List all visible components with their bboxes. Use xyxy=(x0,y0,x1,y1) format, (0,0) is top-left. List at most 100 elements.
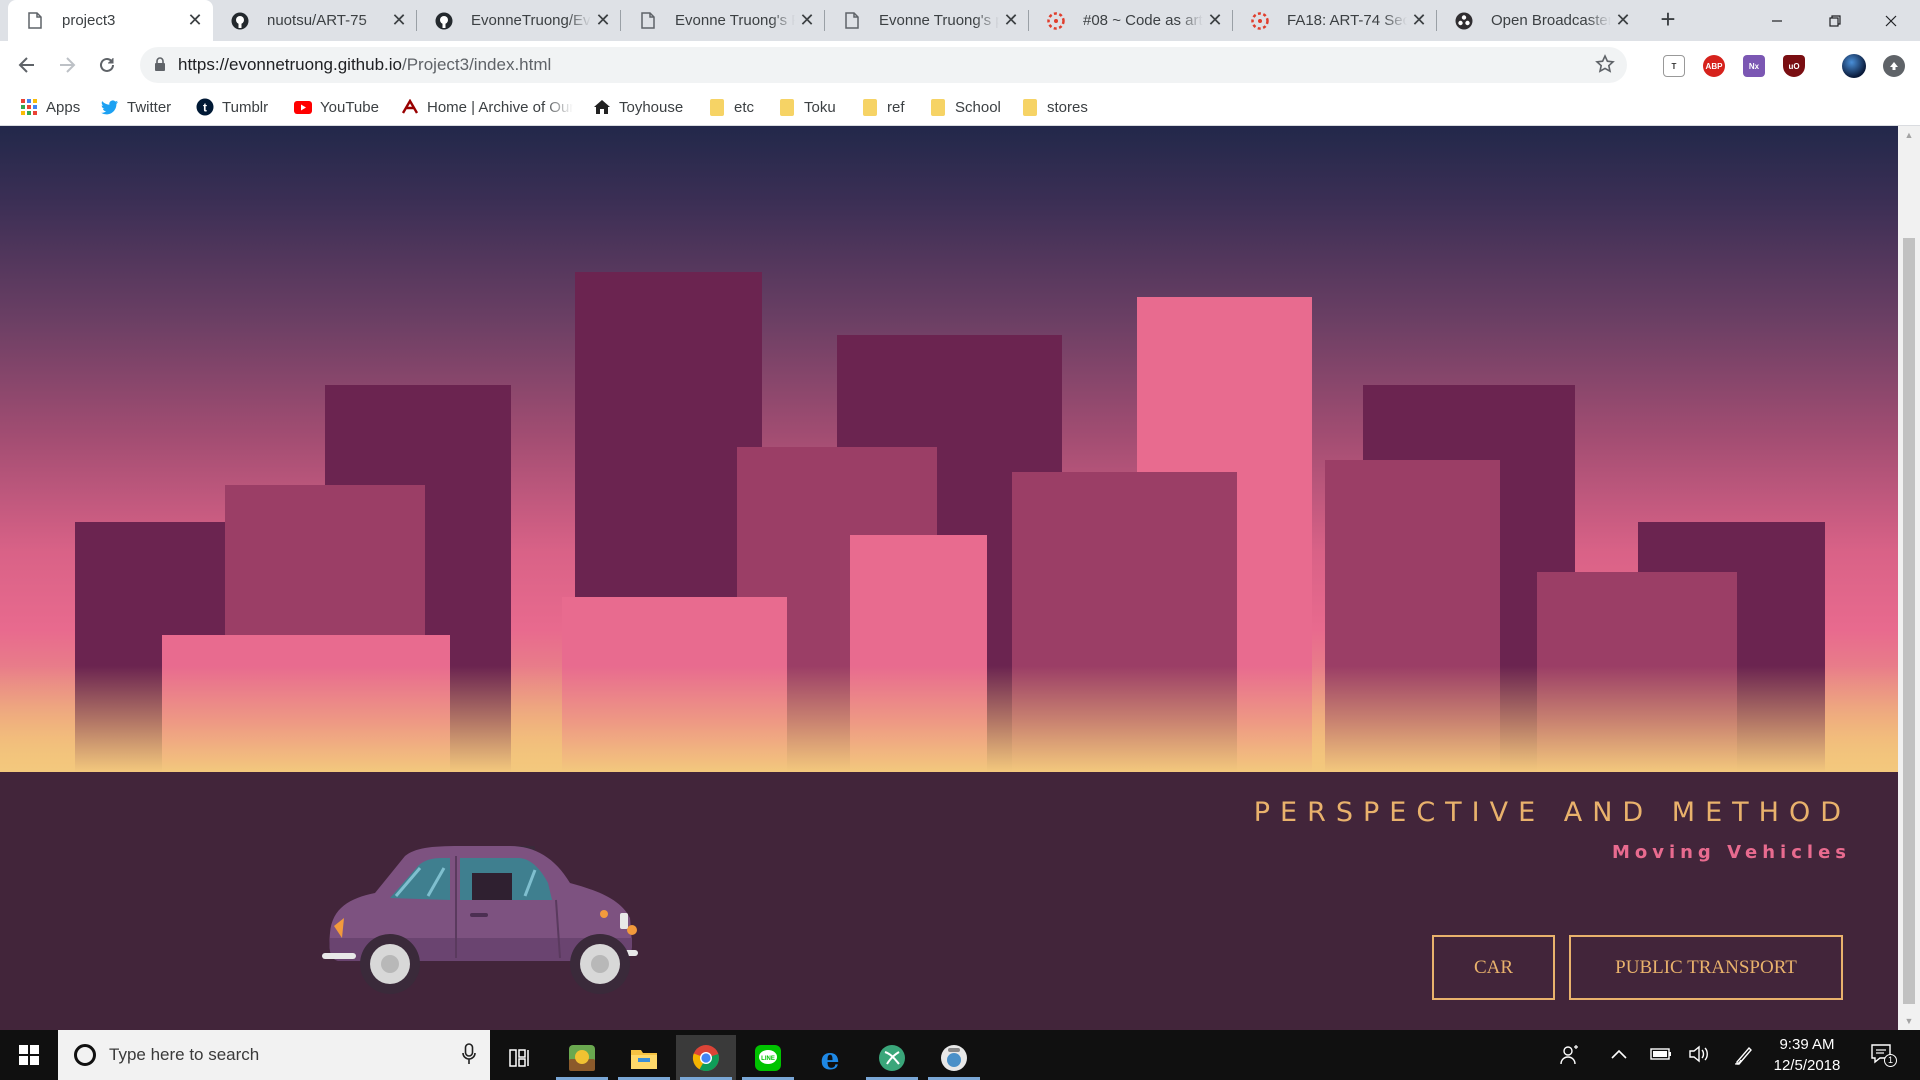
microphone-icon[interactable] xyxy=(462,1043,476,1069)
folder-icon xyxy=(861,98,879,116)
tab-title: Evonne Truong's Portfolio xyxy=(675,12,795,29)
minecraft-icon xyxy=(569,1044,595,1071)
close-tab-icon[interactable]: ✕ xyxy=(591,10,615,31)
taskbar-app-edge[interactable]: e xyxy=(800,1035,860,1080)
windows-logo-icon xyxy=(19,1045,39,1065)
task-view-icon xyxy=(509,1048,529,1067)
pen-icon[interactable] xyxy=(1733,1044,1755,1070)
battery-icon[interactable] xyxy=(1650,1047,1672,1065)
tab-project3[interactable]: project3 ✕ xyxy=(8,0,213,41)
bookmark-folder-toku[interactable]: Toku xyxy=(778,95,836,119)
close-tab-icon[interactable]: ✕ xyxy=(183,10,207,31)
car-button[interactable]: CAR xyxy=(1432,935,1555,1000)
tab-title: Open Broadcaster Software xyxy=(1491,12,1611,29)
adblock-plus-icon[interactable]: ABP xyxy=(1703,55,1725,77)
tab-evonnetruong-repo[interactable]: EvonneTruong/Evonne ✕ xyxy=(417,0,621,41)
back-button[interactable] xyxy=(9,47,45,83)
restore-button[interactable] xyxy=(1806,0,1864,41)
twitter-icon xyxy=(101,98,119,116)
bookmark-ao3[interactable]: Home | Archive of Our Own xyxy=(401,95,573,119)
forward-arrow-icon xyxy=(60,57,76,73)
new-tab-button[interactable]: + xyxy=(1652,0,1684,41)
bookmark-folder-stores[interactable]: stores xyxy=(1021,95,1088,119)
bookmark-youtube[interactable]: YouTube xyxy=(294,95,379,119)
url-text[interactable]: https://evonnetruong.github.io/Project3/… xyxy=(178,55,551,75)
clip-studio-icon xyxy=(879,1044,905,1071)
tab-strip: project3 ✕ nuotsu/ART-75 ✕ EvonneTruong/… xyxy=(0,0,1920,41)
close-tab-icon[interactable]: ✕ xyxy=(795,10,819,31)
forward-button[interactable] xyxy=(49,47,85,83)
bookmark-label: Twitter xyxy=(127,98,172,116)
taskbar-app-line[interactable]: LINE xyxy=(738,1035,798,1080)
svg-text:LINE: LINE xyxy=(761,1056,775,1062)
scroll-thumb[interactable] xyxy=(1903,238,1915,1004)
taskbar-app-file-explorer[interactable] xyxy=(614,1035,674,1080)
close-tab-icon[interactable]: ✕ xyxy=(1203,10,1227,31)
bookmark-folder-school[interactable]: School xyxy=(929,95,1001,119)
tab-title: nuotsu/ART-75 xyxy=(267,12,367,29)
page-scrollbar[interactable]: ▲ ▼ xyxy=(1898,126,1920,1030)
ublock-origin-icon[interactable]: uO xyxy=(1783,55,1805,77)
bookmark-folder-ref[interactable]: ref xyxy=(861,95,905,119)
tab-title: Evonne Truong's portfolio xyxy=(879,12,999,29)
bookmark-label: YouTube xyxy=(320,98,379,116)
people-icon[interactable] xyxy=(1560,1045,1580,1069)
notifications-button[interactable]: 1 xyxy=(1870,1042,1897,1070)
extension-t-icon[interactable]: T xyxy=(1663,55,1685,77)
taskbar-app-other[interactable] xyxy=(924,1035,984,1080)
bookmark-star-icon[interactable] xyxy=(1595,54,1615,78)
svg-text:e: e xyxy=(820,1044,839,1072)
volume-icon[interactable] xyxy=(1688,1045,1710,1067)
address-bar[interactable]: https://evonnetruong.github.io/Project3/… xyxy=(140,47,1627,83)
tab-portfolio-1[interactable]: Evonne Truong's Portfolio ✕ xyxy=(621,0,825,41)
page-content: PERSPECTIVE AND METHOD Moving Vehicles C… xyxy=(0,126,1898,1030)
taskbar-app-minecraft[interactable] xyxy=(552,1035,612,1080)
profile-avatar[interactable] xyxy=(1842,54,1866,78)
bookmark-tumblr[interactable]: t Tumblr xyxy=(196,95,268,119)
folder-icon xyxy=(778,98,796,116)
system-clock[interactable]: 9:39 AM 12/5/2018 xyxy=(1762,1034,1852,1076)
taskbar-app-chrome[interactable] xyxy=(676,1035,736,1080)
minimize-button[interactable] xyxy=(1748,0,1806,41)
close-tab-icon[interactable]: ✕ xyxy=(999,10,1023,31)
public-transport-button[interactable]: PUBLIC TRANSPORT xyxy=(1569,935,1843,1000)
tab-art75[interactable]: nuotsu/ART-75 ✕ xyxy=(213,0,417,41)
tab-portfolio-2[interactable]: Evonne Truong's portfolio ✕ xyxy=(825,0,1029,41)
folder-icon xyxy=(929,98,947,116)
scroll-up-arrow[interactable]: ▲ xyxy=(1898,126,1920,144)
tab-title: FA18: ART-74 Sec 01 xyxy=(1287,12,1407,29)
taskbar-search-box[interactable]: Type here to search xyxy=(58,1030,490,1080)
tab-code-as-art[interactable]: #08 ~ Code as art ✕ xyxy=(1029,0,1233,41)
tab-art74[interactable]: FA18: ART-74 Sec 01 ✕ xyxy=(1233,0,1437,41)
canvas-icon xyxy=(1047,11,1065,30)
bookmark-twitter[interactable]: Twitter xyxy=(101,95,171,119)
close-window-button[interactable] xyxy=(1862,0,1920,41)
close-tab-icon[interactable]: ✕ xyxy=(1407,10,1431,31)
close-tab-icon[interactable]: ✕ xyxy=(387,10,411,31)
extension-nx-icon[interactable]: Nx xyxy=(1743,55,1765,77)
car-illustration xyxy=(322,846,638,994)
taskbar-app-clip-studio[interactable] xyxy=(862,1035,922,1080)
bookmark-apps[interactable]: Apps xyxy=(20,95,80,119)
document-icon xyxy=(843,12,861,30)
bookmark-toyhouse[interactable]: Toyhouse xyxy=(593,95,683,119)
task-view-button[interactable] xyxy=(490,1035,550,1080)
edge-icon: e xyxy=(820,1044,839,1072)
bookmark-folder-etc[interactable]: etc xyxy=(708,95,754,119)
github-icon xyxy=(435,12,453,30)
file-explorer-icon xyxy=(631,1049,657,1069)
tab-obs[interactable]: Open Broadcaster Software ✕ xyxy=(1437,0,1641,41)
bookmarks-bar: Apps Twitter t Tumblr YouTube Home | Arc… xyxy=(0,88,1920,126)
bookmark-label: Apps xyxy=(46,98,81,116)
close-tab-icon[interactable]: ✕ xyxy=(1611,10,1635,31)
start-button[interactable] xyxy=(0,1030,58,1080)
scroll-down-arrow[interactable]: ▼ xyxy=(1898,1012,1920,1030)
sunset-sky xyxy=(0,126,1898,772)
cortana-icon xyxy=(74,1044,96,1066)
notification-badge: 1 xyxy=(1884,1054,1897,1067)
reload-icon xyxy=(100,57,114,72)
folder-icon xyxy=(1021,98,1039,116)
chrome-update-icon[interactable] xyxy=(1883,55,1905,77)
reload-button[interactable] xyxy=(89,47,125,83)
chevron-up-icon[interactable] xyxy=(1610,1047,1628,1064)
